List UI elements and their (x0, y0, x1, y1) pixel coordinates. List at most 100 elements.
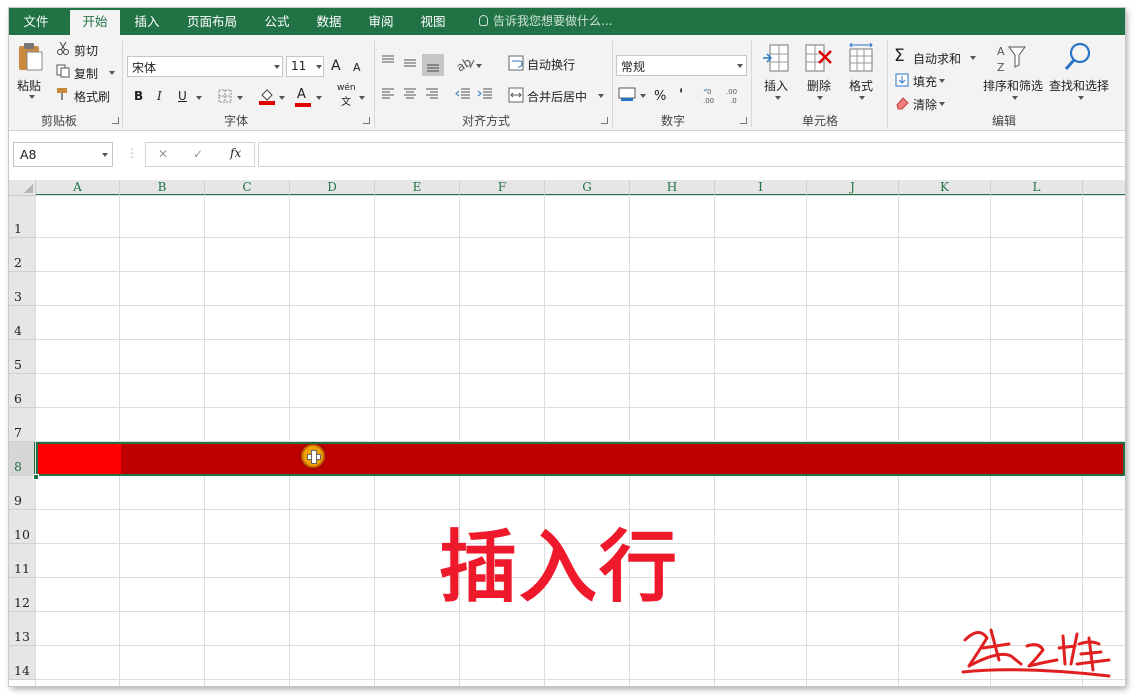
number-format-select[interactable]: 常规 (616, 55, 747, 76)
tab-insert[interactable]: 插入 (127, 8, 167, 35)
row-header-2[interactable]: 2 (9, 238, 36, 272)
copy-button[interactable]: 复制 (74, 65, 98, 82)
underline-dropdown-icon[interactable] (196, 96, 202, 100)
decrease-decimal-icon[interactable]: .00.0 (726, 86, 746, 104)
row-header-13[interactable]: 13 (9, 612, 36, 646)
row-header-3[interactable]: 3 (9, 272, 36, 306)
worksheet-grid[interactable]: ABCDEFGHIJKL 1 2 3 4 5 6 7 8 9 10 11 12 13 14 插入行 (9, 180, 1125, 686)
column-header-k[interactable]: K (899, 180, 991, 196)
tab-home[interactable]: 开始 (70, 10, 120, 35)
tab-page-layout[interactable]: 页面布局 (179, 8, 245, 35)
column-header-j[interactable]: J (807, 180, 899, 196)
column-header-a[interactable]: A (36, 180, 120, 196)
align-bottom-button[interactable] (422, 54, 444, 76)
row-header-7[interactable]: 7 (9, 408, 36, 442)
copy-dropdown-icon[interactable] (109, 71, 115, 75)
active-cell-a8[interactable] (38, 444, 121, 474)
accounting-dropdown-icon[interactable] (640, 94, 646, 98)
bold-button[interactable]: B (134, 89, 143, 103)
phonetic-guide-top[interactable]: wén (337, 83, 356, 93)
paste-icon[interactable] (17, 41, 45, 73)
fill-dropdown-icon[interactable] (939, 79, 945, 83)
tab-view[interactable]: 视图 (413, 8, 453, 35)
phonetic-guide-button[interactable]: 文 (341, 93, 351, 108)
align-left-icon[interactable] (381, 88, 395, 100)
insert-dropdown-icon[interactable] (775, 96, 781, 100)
clear-dropdown-icon[interactable] (939, 102, 945, 106)
name-box[interactable]: A8 (13, 142, 113, 167)
orientation-dropdown-icon[interactable] (476, 64, 482, 68)
row-header-12[interactable]: 12 (9, 578, 36, 612)
clipboard-launcher-icon[interactable] (112, 117, 119, 124)
font-launcher-icon[interactable] (363, 117, 370, 124)
autosum-dropdown-icon[interactable] (970, 56, 976, 60)
column-header-overflow[interactable] (1083, 180, 1125, 196)
row-header-14[interactable]: 14 (9, 646, 36, 680)
row-header-10[interactable]: 10 (9, 510, 36, 544)
find-select-button[interactable]: 查找和选择 (1049, 77, 1109, 94)
formula-input[interactable] (258, 142, 1125, 167)
align-center-icon[interactable] (403, 88, 417, 100)
font-color-dropdown-icon[interactable] (316, 96, 322, 100)
row-header-11[interactable]: 11 (9, 544, 36, 578)
merge-dropdown-icon[interactable] (598, 94, 604, 98)
phonetic-dropdown-icon[interactable] (359, 96, 365, 100)
column-header-e[interactable]: E (375, 180, 460, 196)
italic-button[interactable]: I (157, 89, 162, 103)
font-color-button[interactable]: A (297, 87, 306, 102)
wrap-text-button[interactable]: 自动换行 (527, 56, 575, 73)
row-header-6[interactable]: 6 (9, 374, 36, 408)
sort-dropdown-icon[interactable] (1012, 96, 1018, 100)
tab-file[interactable]: 文件 (9, 8, 63, 35)
row-header-9[interactable]: 9 (9, 476, 36, 510)
format-painter-button[interactable]: 格式刷 (74, 88, 110, 105)
borders-dropdown-icon[interactable] (237, 96, 243, 100)
format-cells-button[interactable]: 格式 (849, 77, 873, 94)
insert-cells-button[interactable]: 插入 (764, 77, 788, 94)
cancel-icon[interactable]: ✕ (158, 147, 168, 161)
column-header-g[interactable]: G (545, 180, 630, 196)
fill-color-icon[interactable] (259, 87, 275, 105)
decrease-indent-icon[interactable] (455, 87, 471, 101)
cut-button[interactable]: 剪切 (74, 42, 98, 59)
selected-row-8[interactable] (36, 442, 1125, 476)
fill-handle[interactable] (33, 474, 39, 480)
drag-handle-icon[interactable]: ⋮ (126, 146, 138, 160)
merge-center-button[interactable]: 合并后居中 (527, 88, 587, 105)
row-header-1[interactable]: 1 (9, 196, 36, 238)
clear-button[interactable]: 清除 (913, 96, 937, 113)
row-header-8[interactable]: 8 (9, 442, 36, 476)
number-launcher-icon[interactable] (740, 117, 747, 124)
increase-indent-icon[interactable] (477, 87, 493, 101)
paste-button[interactable]: 粘贴 (17, 77, 41, 94)
orientation-icon[interactable]: ab (456, 56, 476, 72)
alignment-launcher-icon[interactable] (601, 117, 608, 124)
fill-color-dropdown-icon[interactable] (279, 96, 285, 100)
delete-dropdown-icon[interactable] (817, 96, 823, 100)
delete-cells-button[interactable]: 删除 (807, 77, 831, 94)
insert-function-button[interactable]: fx (230, 146, 241, 160)
percent-button[interactable]: % (654, 89, 666, 104)
align-middle-icon[interactable] (403, 57, 417, 69)
row-header-5[interactable]: 5 (9, 340, 36, 374)
shrink-font-button[interactable]: A (353, 61, 361, 74)
tell-me-search[interactable]: 告诉我您想要做什么... (479, 8, 612, 35)
fill-button[interactable]: 填充 (913, 73, 937, 90)
select-all-button[interactable] (9, 180, 36, 196)
column-header-b[interactable]: B (120, 180, 205, 196)
increase-decimal-icon[interactable]: 0.00 (703, 86, 723, 104)
underline-button[interactable]: U (178, 89, 187, 103)
column-header-l[interactable]: L (991, 180, 1083, 196)
column-header-i[interactable]: I (715, 180, 807, 196)
paste-dropdown-icon[interactable] (29, 95, 35, 99)
font-size-select[interactable]: 11 (286, 56, 324, 77)
format-dropdown-icon[interactable] (859, 96, 865, 100)
row-header-4[interactable]: 4 (9, 306, 36, 340)
align-right-icon[interactable] (425, 88, 439, 100)
autosum-button[interactable]: 自动求和 (913, 50, 961, 67)
accounting-format-icon[interactable] (618, 86, 636, 102)
column-header-f[interactable]: F (460, 180, 545, 196)
column-header-d[interactable]: D (290, 180, 375, 196)
enter-icon[interactable]: ✓ (193, 147, 203, 161)
column-header-c[interactable]: C (205, 180, 290, 196)
